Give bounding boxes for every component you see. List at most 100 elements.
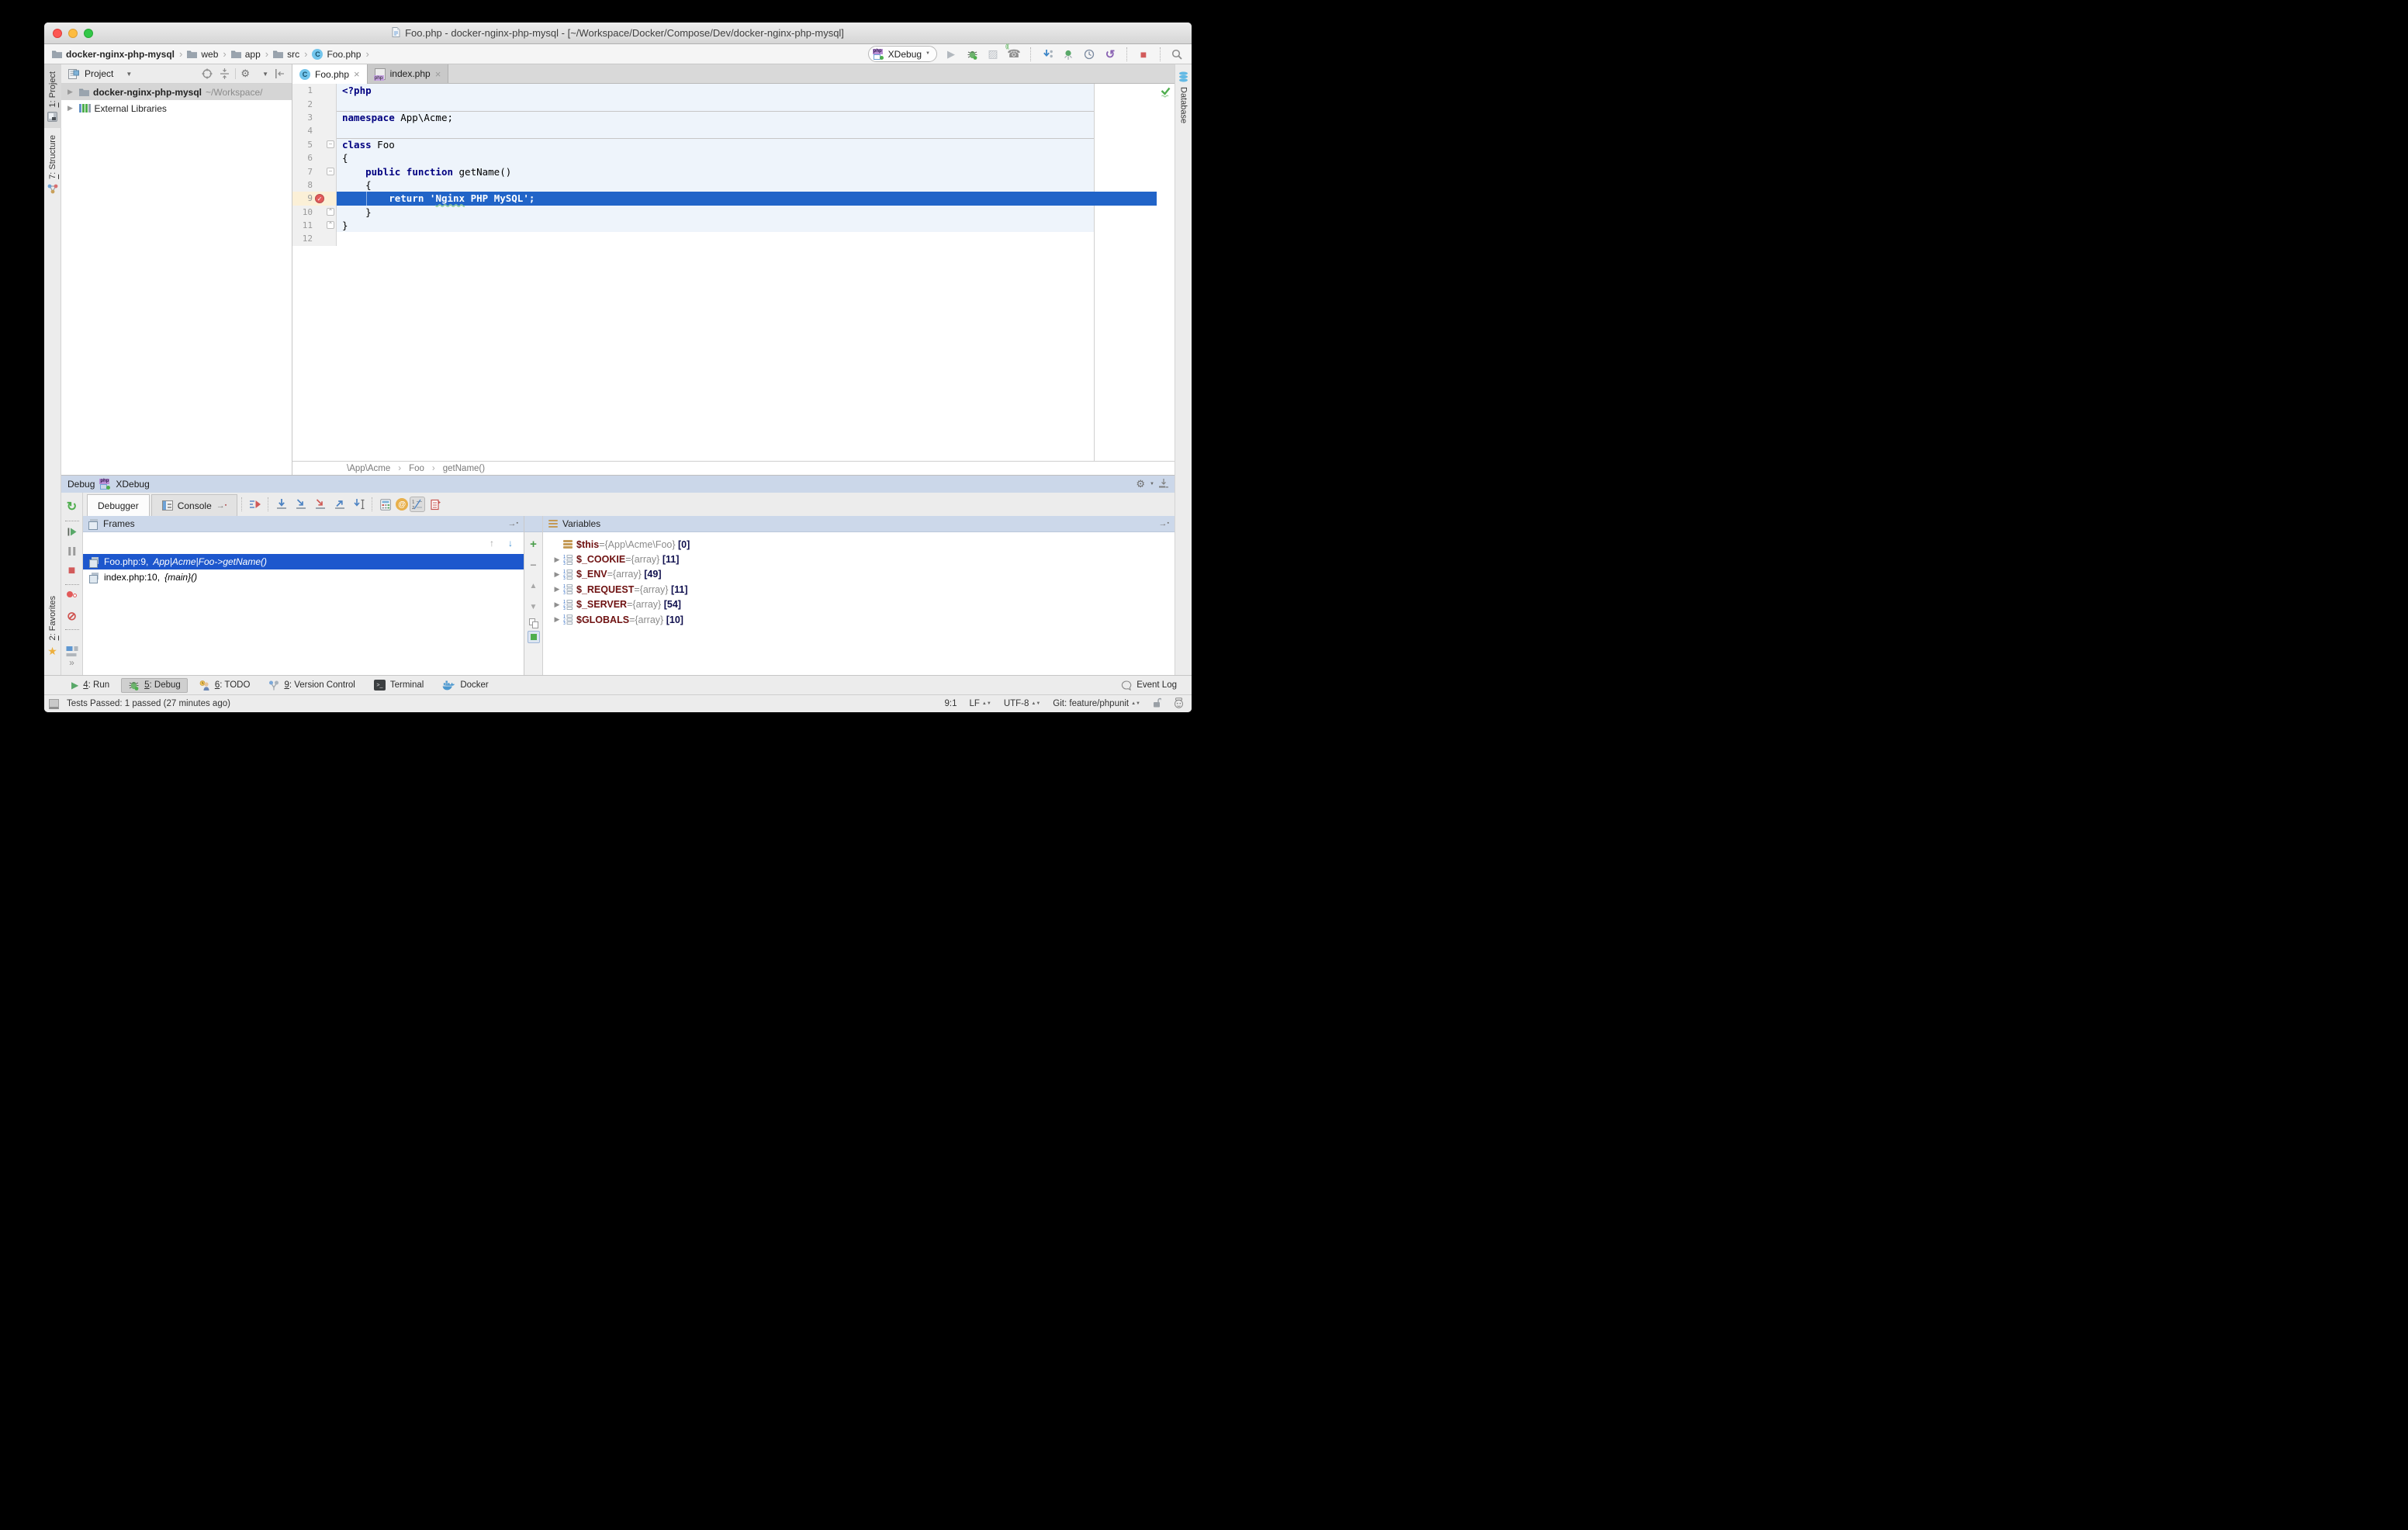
coverage-button[interactable]: ▨ [986, 47, 1000, 61]
run-configuration-select[interactable]: php XDebug ▼ [868, 46, 937, 62]
close-icon[interactable]: × [354, 68, 360, 80]
fold-marker-icon[interactable]: − [327, 168, 334, 175]
gear-icon[interactable]: ⚙ [240, 68, 250, 80]
variable-row[interactable]: ▶123$GLOBALS = {array} [10] [543, 612, 1175, 627]
minimize-button[interactable] [68, 29, 78, 38]
toolwindow-button--debug[interactable]: 5: Debug [121, 678, 188, 693]
locate-file-icon[interactable] [201, 68, 213, 79]
step-into-icon[interactable] [292, 497, 310, 512]
code-line[interactable]: 2 [292, 97, 1175, 110]
toolwindow-button-terminal[interactable]: >_Terminal [367, 678, 431, 693]
variable-row[interactable]: ▶123$_ENV = {array} [49] [543, 567, 1175, 582]
sidebar-item--favorites[interactable]: 2: Favorites★ [44, 589, 61, 664]
watch-return-values-icon[interactable]: @ [396, 498, 408, 511]
tab-index-php[interactable]: phpindex.php× [368, 64, 449, 83]
toolwindow-button--todo[interactable]: 6: TODO [192, 678, 258, 693]
step-out-icon[interactable] [330, 497, 348, 512]
add-watch-icon[interactable]: + [530, 535, 537, 553]
collapse-all-icon[interactable] [218, 68, 230, 79]
rollback-button[interactable]: ↺ [1103, 47, 1117, 61]
close-button[interactable] [53, 29, 62, 38]
debug-button[interactable] [965, 47, 979, 61]
gear-icon[interactable]: ⚙ [1136, 478, 1145, 490]
toolwindow-button--run[interactable]: ▶4: Run [64, 678, 116, 693]
chevron-right-icon[interactable]: ▶ [551, 615, 563, 624]
gutter[interactable]: 7− [292, 164, 337, 178]
editor-breadcrumb-item[interactable]: Foo [409, 464, 424, 473]
code-line[interactable]: 3namespace App\Acme; [292, 111, 1175, 124]
editor-breadcrumb-item[interactable]: \App\Acme [347, 464, 390, 473]
tab-console[interactable]: Console→▪ [151, 494, 238, 516]
hide-panel-icon[interactable] [273, 69, 285, 78]
search-everywhere-button[interactable] [1170, 47, 1184, 61]
zoom-button[interactable] [84, 29, 93, 38]
gutter[interactable]: 9✓ [292, 192, 337, 205]
code-line[interactable]: 7− public function getName() [292, 164, 1175, 178]
breadcrumb-item[interactable]: src [273, 49, 299, 60]
move-watch-down-icon[interactable]: ▼ [530, 597, 538, 616]
gutter[interactable]: 2 [292, 97, 337, 110]
mute-breakpoints-icon[interactable]: ⊘ [67, 609, 77, 623]
resume-program-icon[interactable] [67, 527, 77, 537]
chevron-right-icon[interactable]: ▶ [551, 601, 563, 609]
code-line[interactable]: 8 { [292, 178, 1175, 192]
highlighting-level-icon[interactable] [1174, 698, 1184, 711]
chevron-right-icon[interactable]: ▶ [551, 556, 563, 564]
tree-item[interactable]: ▶docker-nginx-php-mysql ~/Workspace/ [61, 84, 292, 100]
toolwindow-button--version-control[interactable]: 9: Version Control [261, 678, 362, 693]
show-execution-point-icon[interactable] [246, 497, 264, 512]
gutter[interactable]: 10⌃ [292, 206, 337, 219]
stop-icon[interactable]: ■ [68, 564, 76, 578]
previous-frame-icon[interactable]: ↑ [490, 538, 494, 549]
stop-button[interactable]: ■ [1137, 47, 1150, 61]
fold-marker-icon[interactable]: ⌃ [327, 208, 334, 216]
inspection-indicator[interactable] [1157, 84, 1175, 461]
code-editor[interactable]: 1<?php23namespace App\Acme;45−class Foo6… [292, 84, 1175, 461]
gutter[interactable]: 6 [292, 151, 337, 164]
restore-layout-icon[interactable] [66, 646, 78, 656]
toolwindow-button-event-log[interactable]: Event Log [1114, 678, 1184, 693]
hide-panel-icon[interactable] [1159, 479, 1168, 490]
breadcrumb-item[interactable]: docker-nginx-php-mysql [52, 49, 175, 60]
listen-debug-connections-button[interactable]: (((☎ [1007, 47, 1021, 61]
code-line[interactable]: 11⌃} [292, 219, 1175, 232]
chevron-right-icon[interactable]: ▶ [551, 585, 563, 594]
gutter[interactable]: 8 [292, 178, 337, 192]
caret-position[interactable]: 9:1 [945, 699, 957, 708]
show-watches-panel-icon[interactable] [528, 631, 540, 643]
close-icon[interactable]: × [435, 68, 441, 80]
gutter[interactable]: 11⌃ [292, 219, 337, 232]
gutter[interactable]: 4 [292, 124, 337, 137]
show-values-inline-icon[interactable]: 12 [410, 497, 425, 512]
breadcrumb-item[interactable]: CFoo.php [312, 49, 361, 60]
chevron-right-icon[interactable]: ▶ [67, 104, 75, 112]
breakpoint-icon[interactable]: ✓ [315, 194, 324, 203]
step-over-icon[interactable] [272, 497, 290, 512]
next-frame-icon[interactable]: ↓ [508, 538, 513, 549]
move-watch-up-icon[interactable]: ▲ [530, 576, 538, 595]
fold-marker-icon[interactable]: ⌃ [327, 221, 334, 229]
evaluate-expression-icon[interactable] [376, 497, 394, 512]
git-branch-widget[interactable]: Git: feature/phpunit▲▼ [1053, 699, 1140, 708]
sidebar-item--structure[interactable]: 7: Structure [44, 128, 61, 200]
chevron-right-icon[interactable]: ▶ [551, 570, 563, 579]
chevron-down-icon[interactable]: ▼ [126, 71, 132, 78]
encoding-widget[interactable]: UTF-8▲▼ [1004, 699, 1040, 708]
code-line[interactable]: 1<?php [292, 84, 1175, 97]
variable-row[interactable]: ▶123$_COOKIE = {array} [11] [543, 552, 1175, 566]
pause-program-icon[interactable] [68, 547, 76, 556]
line-separator-widget[interactable]: LF▲▼ [970, 699, 991, 708]
tab-foo-php[interactable]: CFoo.php× [292, 64, 368, 84]
more-actions-icon[interactable]: » [69, 657, 74, 668]
breadcrumb-item[interactable]: web [187, 49, 218, 60]
gutter[interactable]: 1 [292, 84, 337, 97]
run-to-cursor-icon[interactable] [350, 497, 368, 512]
rerun-icon[interactable]: ↻ [67, 499, 77, 514]
pin-restore-icon[interactable] [427, 497, 445, 512]
commit-changes-button[interactable] [1061, 47, 1075, 61]
code-line[interactable]: 9✓ return 'Nginx PHP MySQL'; [292, 192, 1175, 205]
variable-row[interactable]: ▶123$_SERVER = {array} [54] [543, 597, 1175, 612]
lock-icon[interactable] [1153, 698, 1161, 710]
view-breakpoints-icon[interactable] [67, 590, 78, 601]
code-line[interactable]: 5−class Foo [292, 138, 1175, 151]
